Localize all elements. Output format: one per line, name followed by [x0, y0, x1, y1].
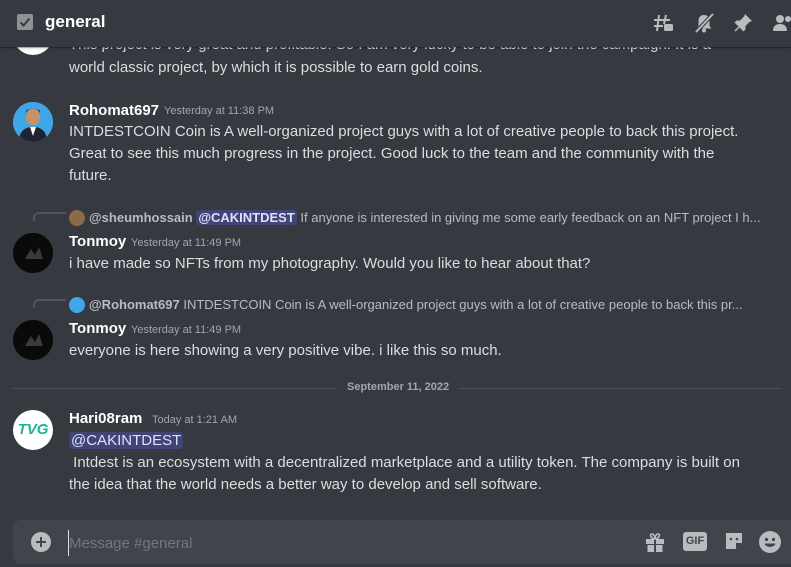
reply-text: INTDESTCOIN Coin is A well-organized pro…	[183, 297, 743, 312]
message-username[interactable]: Hari08ram	[69, 410, 142, 427]
message-text-fragment: This project is very great and profitabl…	[69, 47, 711, 56]
message-text: world classic project, by which it is po…	[69, 59, 483, 76]
tvg-logo-icon: TVG	[17, 421, 49, 438]
avatar[interactable]	[13, 233, 53, 273]
channel-icon	[17, 14, 33, 30]
threads-icon[interactable]	[652, 12, 674, 34]
message-username[interactable]: Tonmoy	[69, 320, 126, 337]
gift-icon[interactable]	[644, 530, 666, 554]
mention[interactable]: @CAKINTDEST	[69, 432, 184, 449]
message-timestamp: Yesterday at 11:49 PM	[131, 324, 242, 336]
reply-preview[interactable]: @Rohomat697 INTDESTCOIN Coin is A well-o…	[89, 297, 743, 312]
gif-icon[interactable]: GIF	[683, 532, 707, 551]
message-timestamp: Yesterday at 11:49 PM	[131, 237, 242, 249]
avatar[interactable]: TVG	[13, 410, 53, 450]
avatar[interactable]	[13, 47, 53, 55]
reply-preview[interactable]: @sheumhossain @CAKINTDEST If anyone is i…	[89, 210, 760, 225]
reply-connector	[33, 299, 66, 308]
channel-header: general	[0, 0, 791, 47]
message-text: i have made so NFTs from my photography.…	[69, 255, 591, 272]
message-text: everyone is here showing a very positive…	[69, 342, 502, 359]
message-username[interactable]: Rohomat697	[69, 102, 159, 119]
message-text: Intdest is an ecosystem with a decentral…	[69, 454, 740, 471]
message-mention-line: @CAKINTDEST	[69, 430, 184, 452]
channel-title: general	[45, 12, 106, 31]
reply-connector	[33, 212, 66, 221]
avatar[interactable]	[13, 102, 53, 142]
message-timestamp: Today at 1:21 AM	[152, 414, 237, 426]
members-icon[interactable]	[772, 12, 791, 34]
emoji-icon[interactable]	[758, 530, 782, 554]
message-text: Great to see this much progress in the p…	[69, 145, 715, 162]
date-divider-label: September 11, 2022	[337, 381, 460, 393]
message-input[interactable]	[68, 530, 611, 556]
sticker-icon[interactable]	[723, 530, 745, 554]
reply-text: If anyone is interested in giving me som…	[300, 210, 761, 225]
user-photo-icon	[13, 102, 53, 142]
message-text: future.	[69, 167, 112, 184]
mention[interactable]: @CAKINTDEST	[196, 210, 297, 225]
avatar[interactable]	[13, 320, 53, 360]
gif-label: GIF	[685, 535, 705, 547]
message-list: This project is very great and profitabl…	[0, 47, 791, 512]
message-text: INTDESTCOIN Coin is A well-organized pro…	[69, 123, 739, 140]
reply-username[interactable]: @sheumhossain	[89, 210, 193, 225]
message-timestamp: Yesterday at 11:38 PM	[164, 105, 275, 117]
add-icon[interactable]	[31, 532, 51, 552]
reply-username[interactable]: @Rohomat697	[89, 297, 180, 312]
message-username[interactable]: Tonmoy	[69, 233, 126, 250]
message-composer: GIF	[13, 520, 791, 564]
reply-avatar	[69, 210, 85, 226]
user-photo-icon	[13, 320, 53, 360]
mute-bell-icon[interactable]	[693, 12, 715, 34]
user-photo-icon	[13, 233, 53, 273]
pin-icon[interactable]	[732, 12, 754, 34]
message-text: the idea that the world needs a better w…	[69, 476, 542, 493]
reply-avatar	[69, 297, 85, 313]
